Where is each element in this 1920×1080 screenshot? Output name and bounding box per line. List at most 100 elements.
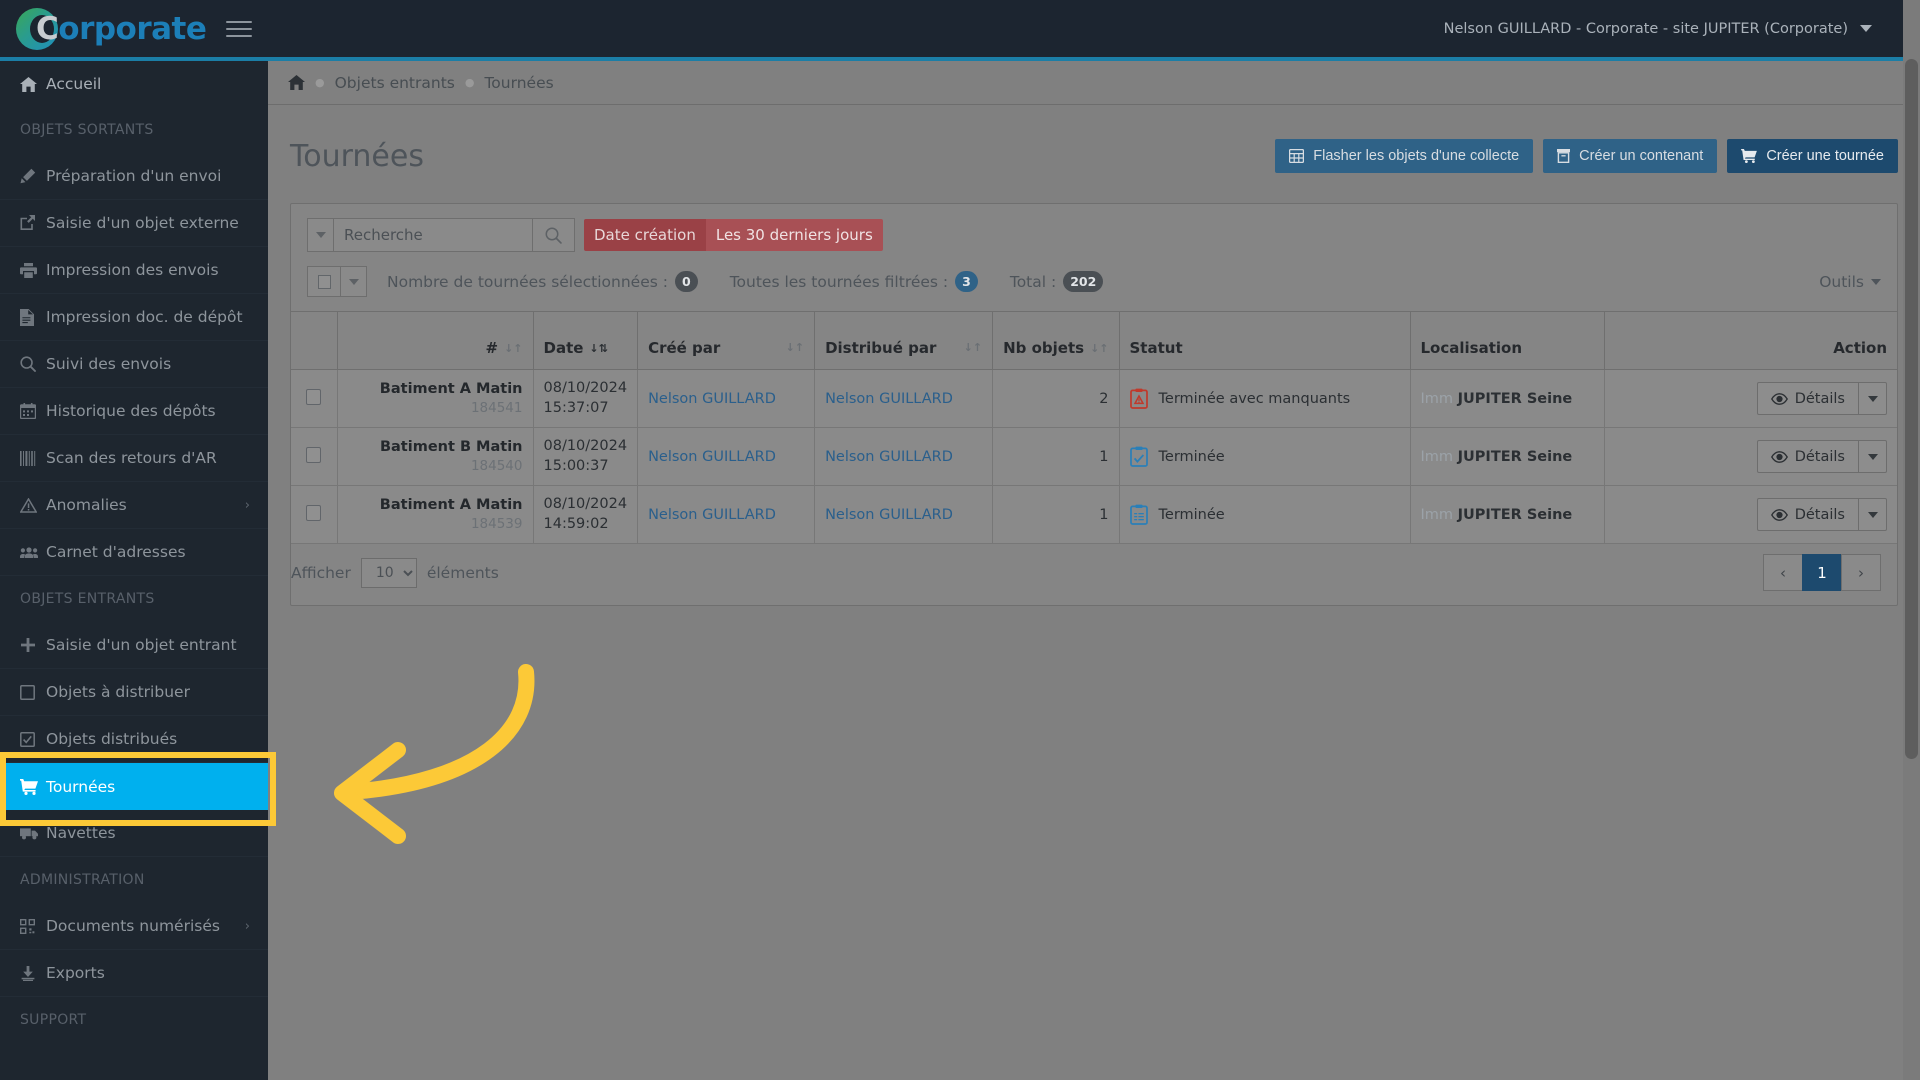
details-button-label: Détails [1794, 506, 1845, 523]
details-button-label: Détails [1794, 390, 1845, 407]
pagination-next[interactable]: › [1841, 554, 1881, 591]
sidebar-item-suivi-envois[interactable]: Suivi des envois [0, 341, 268, 388]
row-creator-link[interactable]: Nelson GUILLARD [648, 391, 776, 407]
details-button[interactable]: Détails [1756, 498, 1859, 531]
download-icon [20, 965, 46, 981]
menu-toggle-icon[interactable] [226, 18, 253, 40]
row-location-cell: Imm JUPITER Seine [1410, 427, 1605, 486]
row-status-label: Terminée [1158, 448, 1225, 465]
sidebar-item-carnet-adresses[interactable]: Carnet d'adresses [0, 529, 268, 576]
sidebar-item-navettes[interactable]: Navettes [0, 810, 268, 857]
chevron-right-icon: › [244, 497, 250, 513]
button-label: Créer une tournée [1766, 148, 1884, 164]
external-link-icon [20, 215, 46, 231]
col-date[interactable]: Date ↓⇅ [533, 311, 639, 370]
row-location-name: JUPITER Seine [1457, 506, 1573, 523]
user-menu[interactable]: Nelson GUILLARD - Corporate - site JUPIT… [1444, 21, 1920, 37]
row-distributor-link[interactable]: Nelson GUILLARD [825, 507, 953, 523]
filtered-counter-label: Toutes les tournées filtrées : [729, 272, 949, 291]
sidebar-item-impression-doc-depot[interactable]: Impression doc. de dépôt [0, 294, 268, 341]
row-select-cell [291, 369, 338, 428]
truck-icon [20, 827, 46, 840]
sidebar-item-accueil[interactable]: Accueil [0, 61, 268, 107]
sidebar-item-scan-retours-ar[interactable]: Scan des retours d'AR [0, 435, 268, 482]
row-creator-link[interactable]: Nelson GUILLARD [648, 507, 776, 523]
tools-dropdown[interactable]: Outils [1819, 273, 1881, 291]
row-date-time: 14:59:02 [543, 515, 609, 532]
row-status-label: Terminée [1158, 506, 1225, 523]
breadcrumb-item-objets-entrants[interactable]: Objets entrants [335, 74, 455, 92]
date-filter-value: Les 30 derniers jours [705, 219, 883, 251]
sidebar-item-label: Accueil [46, 75, 102, 93]
search-submit-button[interactable] [533, 218, 575, 252]
search-scope-dropdown[interactable] [307, 218, 334, 252]
vertical-scrollbar[interactable] [1903, 57, 1920, 1080]
sidebar-item-objets-a-distribuer[interactable]: Objets à distribuer [0, 669, 268, 716]
page-size-select[interactable]: 10 [360, 557, 417, 588]
col-creator[interactable]: Créé par ↓↑ [637, 311, 816, 370]
row-distributor-link[interactable]: Nelson GUILLARD [825, 449, 953, 465]
flasher-objets-collecte-button[interactable]: Flasher les objets d'une collecte [1275, 139, 1534, 173]
sidebar-item-documents-numerises[interactable]: Documents numérisés › [0, 903, 268, 950]
row-id: 184539 [470, 516, 523, 533]
sidebar-item-label: Documents numérisés [46, 917, 220, 935]
row-name-cell: Batiment A Matin 184541 [337, 369, 534, 428]
sidebar-item-anomalies[interactable]: Anomalies › [0, 482, 268, 529]
row-nb-cell: 1 [992, 485, 1120, 544]
col-distributor[interactable]: Distribué par ↓↑ [814, 311, 994, 370]
pagination-prev[interactable]: ‹ [1763, 554, 1803, 591]
sidebar-item-label: Historique des dépôts [46, 402, 216, 420]
row-name: Batiment B Matin [379, 438, 523, 455]
warning-triangle-icon [20, 497, 46, 513]
table-head: # ↓↑ Date ↓⇅ Créé par ↓↑ Distribué par ↓↑ Nb… [291, 311, 1897, 370]
row-checkbox[interactable] [306, 388, 322, 405]
qr-icon [20, 918, 46, 934]
select-all-checkbox[interactable] [307, 266, 341, 297]
sidebar-item-impression-envois[interactable]: Impression des envois [0, 247, 268, 294]
sidebar-item-tournees[interactable]: Tournées [0, 763, 268, 810]
sidebar-item-historique-depots[interactable]: Historique des dépôts [0, 388, 268, 435]
chevron-right-icon: › [244, 918, 250, 934]
page-actions: Flasher les objets d'une collecte Créer … [1275, 139, 1898, 173]
sidebar-item-objets-distribues[interactable]: Objets distribués [0, 716, 268, 763]
table-footer: Afficher 10 éléments ‹ 1 › [291, 544, 1897, 605]
sort-icon: ↓⇅ [589, 342, 608, 355]
row-date-day: 08/10/2024 [543, 379, 628, 396]
page-title: Tournées [290, 138, 424, 174]
eye-icon [1770, 392, 1788, 405]
home-icon[interactable] [288, 75, 305, 90]
breadcrumb-item-tournees[interactable]: Tournées [484, 74, 553, 92]
row-creator-cell: Nelson GUILLARD [637, 427, 816, 486]
row-checkbox[interactable] [306, 446, 322, 463]
pagination-page-1[interactable]: 1 [1802, 554, 1842, 591]
row-location-prefix: Imm [1420, 448, 1454, 465]
search-input[interactable] [334, 218, 533, 252]
row-status-label: Terminée avec manquants [1158, 390, 1351, 407]
sidebar-item-saisie-objet-entrant[interactable]: Saisie d'un objet entrant [0, 622, 268, 669]
details-button-group: Détails [1756, 382, 1887, 415]
sidebar-item-exports[interactable]: Exports [0, 950, 268, 997]
creer-tournee-button[interactable]: Créer une tournée [1727, 139, 1898, 173]
grid-icon [1289, 149, 1305, 163]
sidebar-item-preparation-envoi[interactable]: Préparation d'un envoi [0, 153, 268, 200]
col-localisation: Localisation [1410, 311, 1605, 370]
date-filter-chip[interactable]: Date création Les 30 derniers jours [584, 219, 883, 251]
scrollbar-thumb[interactable] [1905, 59, 1918, 759]
col-id[interactable]: # ↓↑ [337, 311, 534, 370]
select-all-dropdown[interactable] [341, 266, 367, 297]
details-button[interactable]: Détails [1756, 440, 1859, 473]
details-dropdown-toggle[interactable] [1859, 498, 1887, 531]
pencil-icon [20, 168, 46, 184]
details-dropdown-toggle[interactable] [1859, 382, 1887, 415]
col-nb-objets[interactable]: Nb objets ↓↑ [992, 311, 1120, 370]
row-checkbox[interactable] [306, 504, 322, 521]
sidebar-item-saisie-objet-externe[interactable]: Saisie d'un objet externe [0, 200, 268, 247]
brand-logo[interactable]: Corporate [0, 0, 268, 57]
creer-contenant-button[interactable]: Créer un contenant [1543, 139, 1718, 173]
details-button[interactable]: Détails [1756, 382, 1859, 415]
col-nb-objets-label: Nb objets [1003, 339, 1085, 357]
details-dropdown-toggle[interactable] [1859, 440, 1887, 473]
row-creator-link[interactable]: Nelson GUILLARD [648, 449, 776, 465]
scrollbar-cap [1903, 0, 1920, 57]
row-distributor-link[interactable]: Nelson GUILLARD [825, 391, 953, 407]
